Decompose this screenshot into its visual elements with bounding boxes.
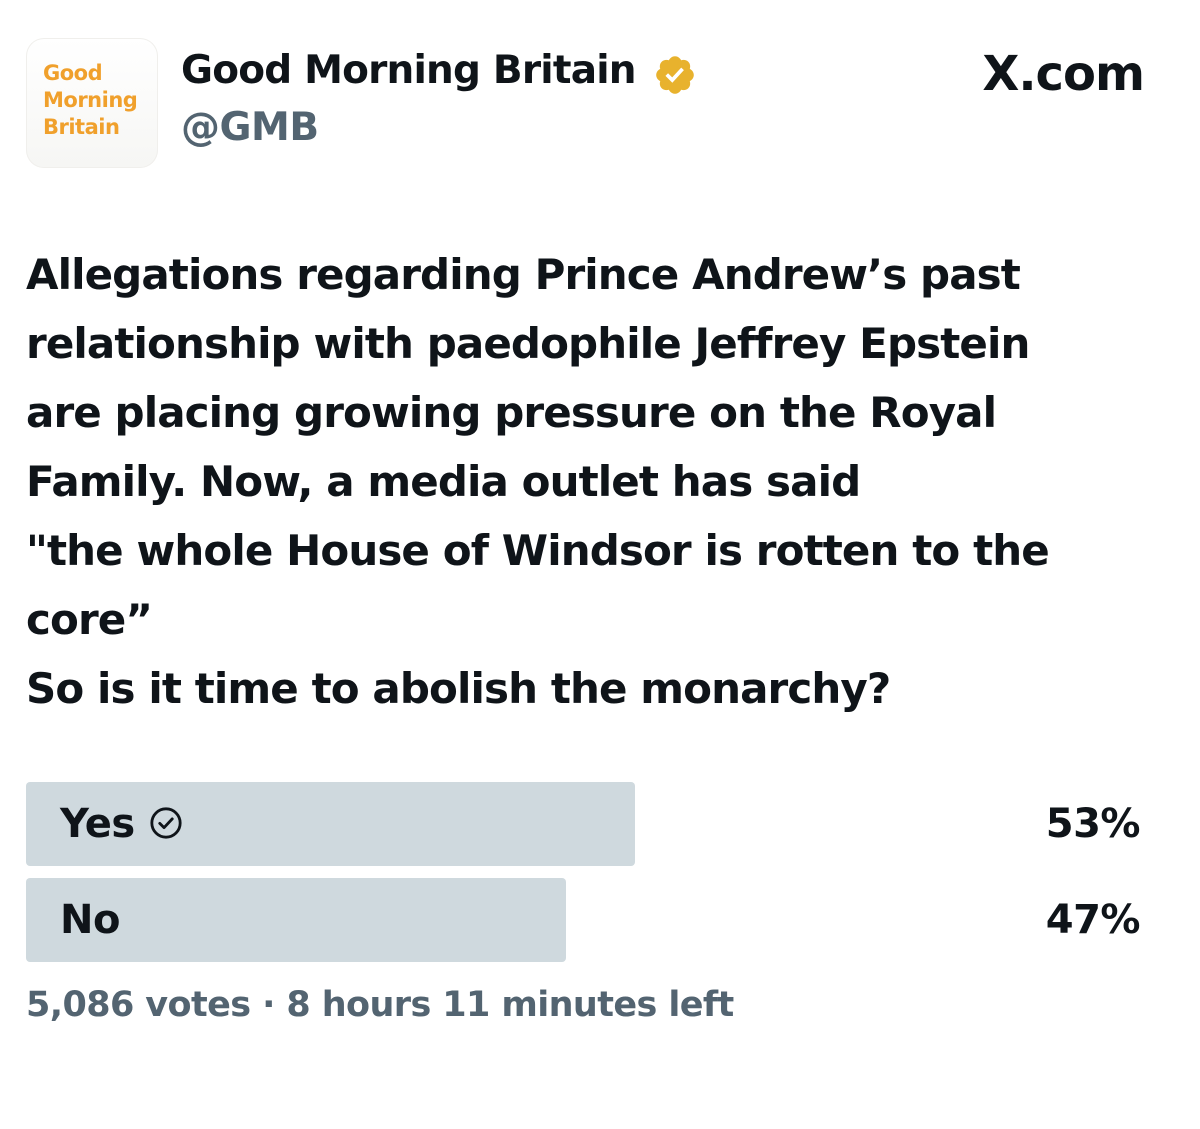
poll-meta: 5,086 votes · 8 hours 11 minutes left <box>26 985 734 1025</box>
poll-option-label: Yes <box>60 782 183 866</box>
avatar-logo-line: Good <box>43 61 103 85</box>
verified-badge-icon <box>656 56 694 94</box>
poll-time-left: 8 hours 11 minutes left <box>286 985 734 1025</box>
avatar-logo-line: Britain <box>43 115 120 139</box>
account-handle[interactable]: @GMB <box>181 105 319 150</box>
tweet-line: relationship with paedophile Jeffrey Eps… <box>26 319 1030 368</box>
poll-option-text: Yes <box>60 801 135 847</box>
avatar-logo-line: Morning <box>43 88 138 112</box>
poll-option-percent: 47% <box>1045 897 1141 943</box>
display-name[interactable]: Good Morning Britain <box>181 48 637 93</box>
avatar-logo-text: Good Morning Britain <box>43 60 138 141</box>
poll-option-percent: 53% <box>1045 801 1141 847</box>
tweet-line: core” <box>26 595 153 644</box>
poll-option-text: No <box>60 897 120 943</box>
poll-vote-count: 5,086 votes <box>26 985 251 1025</box>
tweet-line: Allegations regarding Prince Andrew’s pa… <box>26 250 1021 299</box>
avatar[interactable]: Good Morning Britain <box>26 38 158 168</box>
poll-option-label: No <box>60 878 120 962</box>
tweet-line: "the whole House of Windsor is rotten to… <box>26 526 1050 575</box>
poll-option-yes[interactable]: Yes 53% <box>26 782 1150 866</box>
check-circle-icon <box>150 807 182 839</box>
poll-option-no[interactable]: No 47% <box>26 878 1150 962</box>
tweet-text: Allegations regarding Prince Andrew’s pa… <box>26 240 1176 723</box>
site-watermark: X.com <box>982 46 1145 102</box>
tweet-line: Family. Now, a media outlet has said <box>26 457 861 506</box>
tweet-line: So is it time to abolish the monarchy? <box>26 664 891 713</box>
tweet-line: are placing growing pressure on the Roya… <box>26 388 997 437</box>
poll-meta-separator: · <box>262 985 275 1025</box>
